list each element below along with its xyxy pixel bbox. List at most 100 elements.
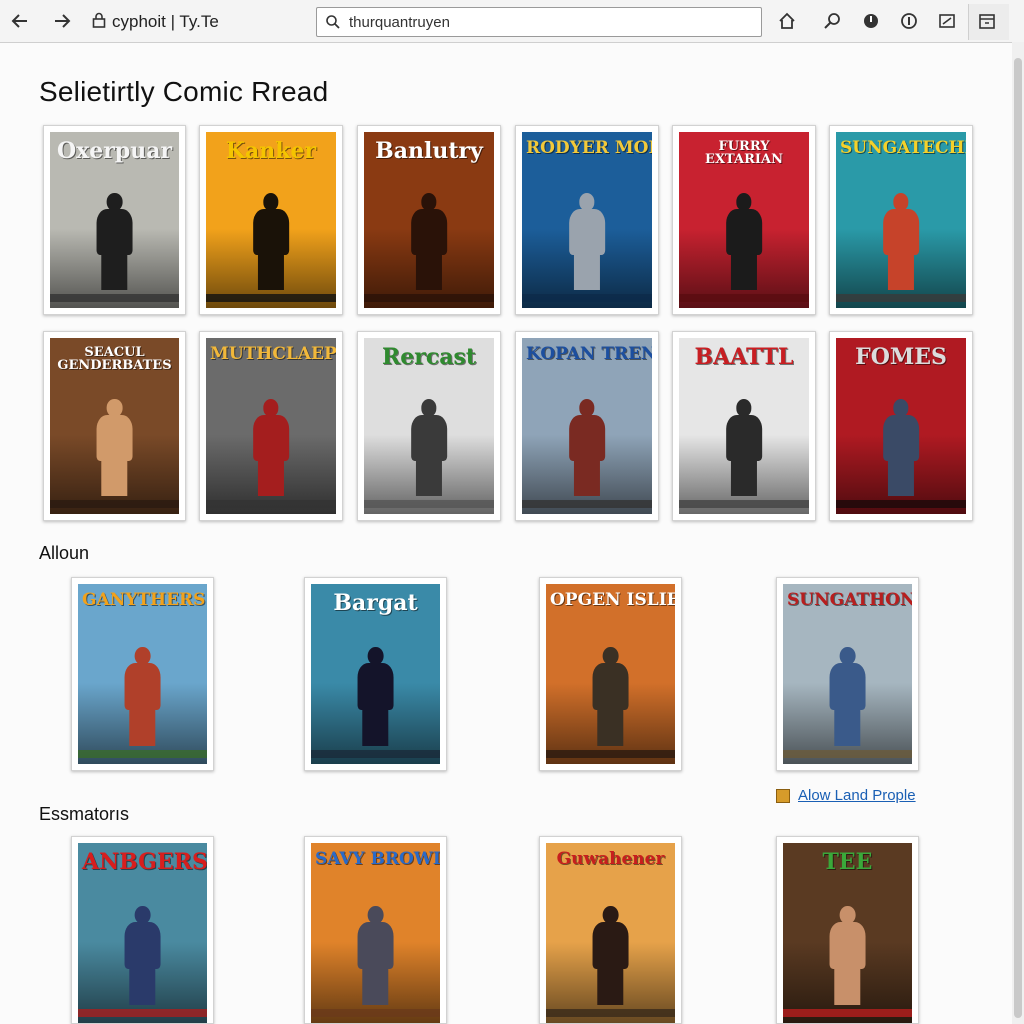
comic-card[interactable]: KOPAN TRENTE (515, 331, 659, 521)
comic-cover[interactable]: FURRY EXTARIAN (679, 132, 809, 308)
scrollbar-thumb[interactable] (1014, 58, 1022, 1018)
comic-cover[interactable]: MUTHCLAEP (206, 338, 336, 514)
comic-figure (113, 647, 172, 746)
comic-cover[interactable]: SEACUL GENDERBATES (50, 338, 179, 514)
comic-title: RODYER MOLN (526, 138, 652, 158)
comic-card[interactable]: SEACUL GENDERBATES (43, 331, 186, 521)
comic-title: OPGEN ISLIEN (550, 590, 675, 610)
comic-figure (241, 193, 301, 290)
comic-title: SEACUL GENDERBATES (57, 345, 172, 373)
extension-icon[interactable] (895, 7, 923, 35)
allow-land-people-link[interactable]: Alow Land Prople (776, 787, 916, 804)
comic-footer-strip (364, 294, 494, 302)
comic-card[interactable]: Guwahener (539, 836, 682, 1024)
comic-figure (399, 399, 459, 496)
comic-figure (241, 399, 301, 496)
comic-figure (346, 647, 405, 746)
comic-card[interactable]: BAATTL (672, 331, 816, 521)
comic-card[interactable]: FOMES (829, 331, 973, 521)
comic-card[interactable]: Oxerpuar (43, 125, 186, 315)
link-bullet-icon (776, 788, 790, 803)
comic-card[interactable]: MUTHCLAEP (199, 331, 343, 521)
comic-cover[interactable]: GANYTHERS (78, 584, 207, 764)
comic-title: Banlutry (375, 138, 483, 164)
comic-title: Oxerpuar (56, 138, 173, 164)
home-icon[interactable] (773, 7, 801, 35)
comic-cover[interactable]: OPGEN ISLIEN (546, 584, 675, 764)
comic-title: Guwahener (556, 849, 665, 869)
comic-card[interactable]: Banlutry (357, 125, 501, 315)
comic-card[interactable]: Kanker (199, 125, 343, 315)
shield-icon[interactable] (857, 7, 885, 35)
search-tool-icon[interactable] (818, 7, 846, 35)
comic-footer-strip (783, 1009, 912, 1017)
comic-title: FOMES (855, 344, 947, 370)
comic-footer-strip (364, 500, 494, 508)
comic-cover[interactable]: FOMES (836, 338, 966, 514)
comic-title: ANBGERS (82, 849, 207, 875)
comic-footer-strip (50, 500, 179, 508)
comic-figure (346, 906, 405, 1005)
comic-cover[interactable]: TEE (783, 843, 912, 1023)
comic-cover[interactable]: SAVY BROWITS (311, 843, 440, 1023)
section-heading-essmatoris: Essmatorıs (39, 804, 130, 824)
section-heading-alloun: Alloun (39, 543, 90, 563)
site-identity[interactable]: cyphoit | Ty.Te (92, 10, 219, 34)
comic-cover[interactable]: Banlutry (364, 132, 494, 308)
comic-footer-strip (679, 500, 809, 508)
comic-card[interactable]: ANBGERS (71, 836, 214, 1024)
comic-figure (714, 193, 774, 290)
lock-icon (92, 12, 106, 33)
comic-footer-strip (311, 1009, 440, 1017)
comic-figure (871, 399, 931, 496)
comic-footer-strip (206, 294, 336, 302)
comic-figure (581, 906, 640, 1005)
comic-figure (399, 193, 459, 290)
comic-card[interactable]: SUNGATHONE (776, 577, 919, 771)
forward-arrow-icon[interactable] (48, 7, 76, 35)
comic-title: GANYTHERS (82, 590, 206, 610)
comic-cover[interactable]: SUNGATHONE (783, 584, 912, 764)
comic-cover[interactable]: Oxerpuar (50, 132, 179, 308)
comic-figure (85, 399, 144, 496)
comic-title: SAVY BROWITS (315, 849, 440, 869)
comic-footer-strip (522, 294, 652, 302)
comic-title: KOPAN TRENTE (526, 344, 652, 364)
comic-footer-strip (836, 500, 966, 508)
comic-cover[interactable]: Guwahener (546, 843, 675, 1023)
comic-footer-strip (78, 750, 207, 758)
comic-card[interactable]: Rercast (357, 331, 501, 521)
comic-figure (85, 193, 144, 290)
menu-icon[interactable] (973, 7, 1001, 35)
comic-card[interactable]: Bargat (304, 577, 447, 771)
comic-title: FURRY EXTARIAN (705, 139, 783, 167)
comic-cover[interactable]: Bargat (311, 584, 440, 764)
comic-title: Kanker (225, 138, 317, 164)
comic-cover[interactable]: SUNGATECHE (836, 132, 966, 308)
comic-cover[interactable]: BAATTL (679, 338, 809, 514)
comic-footer-strip (679, 294, 809, 302)
comic-cover[interactable]: RODYER MOLN (522, 132, 652, 308)
comic-card[interactable]: SUNGATECHE (829, 125, 973, 315)
address-bar[interactable]: thurquantruyen (316, 7, 762, 37)
comic-card[interactable]: OPGEN ISLIEN (539, 577, 682, 771)
comic-cover[interactable]: ANBGERS (78, 843, 207, 1023)
comic-figure (714, 399, 774, 496)
comic-footer-strip (50, 294, 179, 302)
comic-figure (871, 193, 931, 290)
site-label: cyphoit | Ty.Te (112, 12, 219, 31)
comic-footer-strip (206, 500, 336, 508)
comic-card[interactable]: RODYER MOLN (515, 125, 659, 315)
screenshot-icon[interactable] (933, 7, 961, 35)
comic-card[interactable]: GANYTHERS (71, 577, 214, 771)
comic-card[interactable]: FURRY EXTARIAN (672, 125, 816, 315)
comic-cover[interactable]: Rercast (364, 338, 494, 514)
comic-card[interactable]: TEE (776, 836, 919, 1024)
comic-footer-strip (546, 1009, 675, 1017)
comic-card[interactable]: SAVY BROWITS (304, 836, 447, 1024)
back-arrow-icon[interactable] (6, 7, 34, 35)
comic-cover[interactable]: KOPAN TRENTE (522, 338, 652, 514)
comic-cover[interactable]: Kanker (206, 132, 336, 308)
comic-title: SUNGATHONE (787, 590, 912, 610)
comic-figure (557, 399, 617, 496)
